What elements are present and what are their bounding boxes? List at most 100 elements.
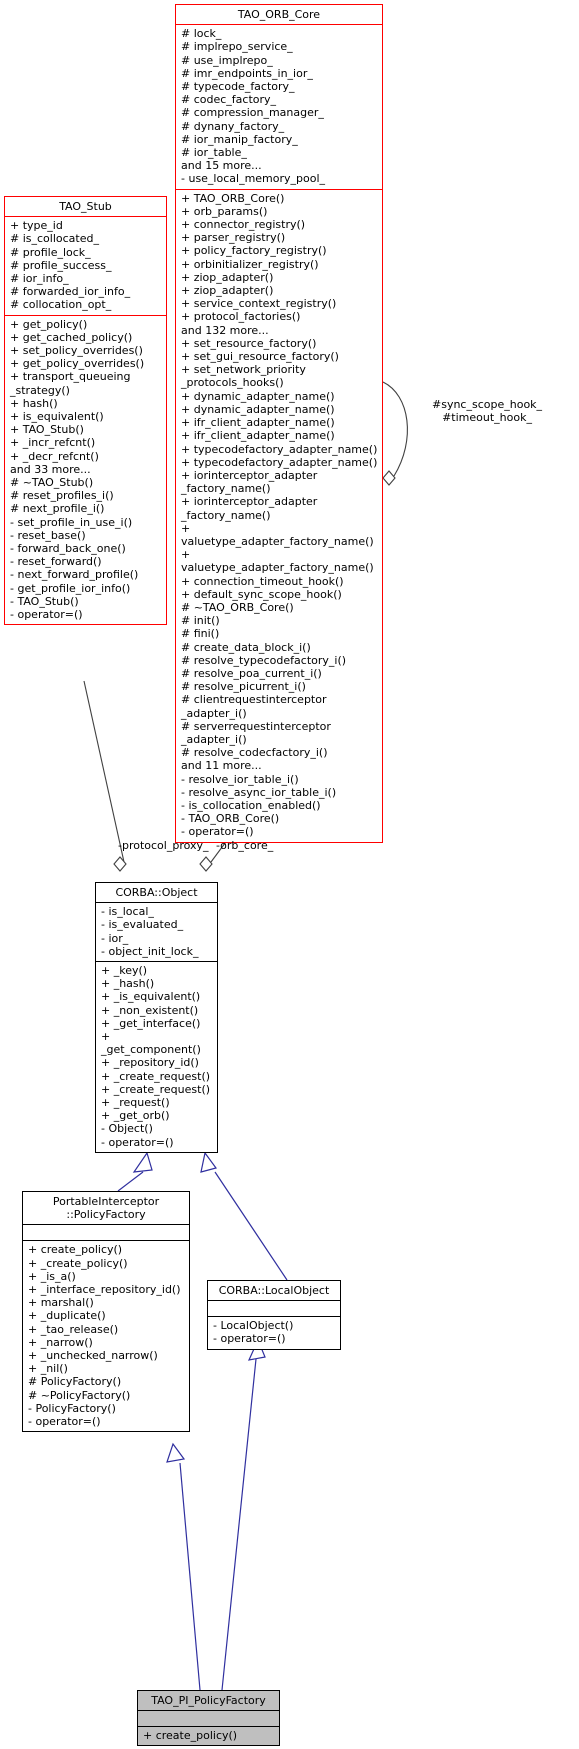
class-member-row: - reset_forward() bbox=[10, 555, 102, 569]
class-member-row: + get_cached_policy() bbox=[10, 330, 133, 344]
class-member-row: + _decr_refcnt() bbox=[10, 449, 99, 463]
class-member-row: + _interface_repository_id() bbox=[28, 1283, 181, 1297]
class-member-row: + _hash() bbox=[101, 977, 155, 991]
class-member-row: + create_policy() bbox=[28, 1243, 123, 1257]
class-member-row: + set_gui_resource_factory() bbox=[181, 350, 339, 364]
class-member-row: # reset_profiles_i() bbox=[10, 489, 114, 503]
class-member-row: - use_local_memory_pool_ bbox=[181, 172, 326, 186]
class-member-row: + connection_timeout_hook() bbox=[181, 574, 344, 588]
class-operations-tao-orb-core: + TAO_ORB_Core() + orb_params() + connecto… bbox=[176, 190, 382, 842]
class-member-row: + set_policy_overrides() bbox=[10, 344, 143, 358]
class-member-row: + _unchecked_narrow() bbox=[28, 1349, 158, 1363]
class-member-row: - Object() bbox=[101, 1122, 153, 1136]
class-member-row: - is_evaluated_ bbox=[101, 918, 184, 932]
class-member-row: # ~PolicyFactory() bbox=[28, 1388, 131, 1402]
class-member-row: + service_context_registry() bbox=[181, 297, 337, 311]
class-member-row: # serverrequestinterceptor _adapter_i() bbox=[181, 719, 331, 746]
class-member-row: + _key() bbox=[101, 964, 148, 978]
class-member-row: + _duplicate() bbox=[28, 1309, 106, 1323]
class-member-row: + _create_request() bbox=[101, 1082, 211, 1096]
class-member-row: and 11 more... bbox=[181, 759, 262, 773]
class-attributes-corba-object: - is_local_ - is_evaluated_ - ior_ - object… bbox=[96, 903, 217, 963]
class-member-row: + typecodefactory_adapter_name() bbox=[181, 455, 378, 469]
class-member-row: + valuetype_adapter_factory_name() bbox=[181, 521, 374, 548]
class-member-row: - ior_ bbox=[101, 931, 129, 945]
class-attributes-tao-stub: + type_id # is_collocated_ # profile_lock_… bbox=[5, 217, 166, 316]
class-member-row: # next_profile_i() bbox=[10, 502, 105, 516]
class-member-row: # use_implrepo_ bbox=[181, 53, 273, 67]
class-title-corba-localobject: CORBA::LocalObject bbox=[208, 1281, 340, 1302]
class-member-row: # ior_info_ bbox=[10, 272, 69, 286]
class-box-tao-stub[interactable]: TAO_Stub + type_id # is_collocated_ # prof… bbox=[4, 196, 167, 626]
edge-localobject-to-taopi bbox=[221, 1338, 266, 1691]
class-member-row: - resolve_async_ior_table_i() bbox=[181, 785, 337, 799]
class-member-row: + connector_registry() bbox=[181, 218, 306, 232]
edge-label-sync-scope-timeout-hook: #sync_scope_hook_ #timeout_hook_ bbox=[432, 398, 543, 424]
class-member-row: + set_resource_factory() bbox=[181, 336, 317, 350]
class-member-row: + ifr_client_adapter_name() bbox=[181, 429, 335, 443]
class-member-row: + orb_params() bbox=[181, 204, 268, 218]
class-member-row: + _create_request() bbox=[101, 1069, 211, 1083]
class-member-row: + _is_a() bbox=[28, 1269, 76, 1283]
class-operations-corba-localobject: - LocalObject() - operator=() bbox=[208, 1317, 340, 1348]
class-title-portableinterceptor-policyfactory: PortableInterceptor ::PolicyFactory bbox=[23, 1192, 189, 1226]
class-attributes-corba-localobject bbox=[208, 1301, 340, 1318]
edge-label-protocol-proxy: -protocol_proxy_ bbox=[118, 839, 209, 852]
class-attributes-portableinterceptor-policyfactory bbox=[23, 1225, 189, 1242]
class-member-row: + _request() bbox=[101, 1096, 170, 1110]
class-member-row: - forward_back_one() bbox=[10, 542, 126, 556]
class-member-row: # PolicyFactory() bbox=[28, 1375, 122, 1389]
class-box-tao-orb-core[interactable]: TAO_ORB_Core # lock_ # implrepo_service_ #… bbox=[175, 4, 383, 843]
class-member-row: + _create_policy() bbox=[28, 1256, 128, 1270]
class-member-row: # ~TAO_Stub() bbox=[10, 476, 94, 490]
class-operations-portableinterceptor-policyfactory: + create_policy() + _create_policy() + _is… bbox=[23, 1241, 189, 1431]
class-member-row: - object_init_lock_ bbox=[101, 944, 199, 958]
class-member-row: + hash() bbox=[10, 396, 58, 410]
class-member-row: and 15 more... bbox=[181, 159, 262, 173]
class-member-row: + _nil() bbox=[28, 1362, 68, 1376]
edge-object-to-localobject bbox=[200, 1151, 288, 1281]
class-member-row: - resolve_ior_table_i() bbox=[181, 772, 299, 786]
class-member-row: - operator=() bbox=[213, 1332, 286, 1346]
class-member-row: + get_policy() bbox=[10, 317, 88, 331]
class-operations-tao-pi-policyfactory: + create_policy() bbox=[138, 1727, 279, 1746]
class-member-row: + ziop_adapter() bbox=[181, 284, 274, 298]
edge-object-to-policyfactory bbox=[117, 1151, 153, 1192]
class-member-row: # resolve_codecfactory_i() bbox=[181, 746, 328, 760]
class-member-row: + ziop_adapter() bbox=[181, 270, 274, 284]
class-member-row: # fini() bbox=[181, 627, 220, 641]
class-member-row: + _tao_release() bbox=[28, 1322, 119, 1336]
class-member-row: + dynamic_adapter_name() bbox=[181, 389, 335, 403]
class-member-row: + is_equivalent() bbox=[10, 410, 104, 424]
class-member-row: + _repository_id() bbox=[101, 1056, 199, 1070]
class-box-corba-object[interactable]: CORBA::Object - is_local_ - is_evaluated_… bbox=[95, 882, 218, 1153]
class-member-row: # forwarded_ior_info_ bbox=[10, 285, 131, 299]
class-member-row: # clientrequestinterceptor _adapter_i() bbox=[181, 693, 327, 720]
class-member-row: - reset_base() bbox=[10, 528, 86, 542]
class-member-row: + TAO_ORB_Core() bbox=[181, 191, 285, 205]
class-box-corba-localobject[interactable]: CORBA::LocalObject - LocalObject() - oper… bbox=[207, 1280, 341, 1350]
class-box-portableinterceptor-policyfactory[interactable]: PortableInterceptor ::PolicyFactory + cr… bbox=[22, 1191, 190, 1433]
class-member-row: + _incr_refcnt() bbox=[10, 436, 96, 450]
class-member-row: # profile_success_ bbox=[10, 258, 112, 272]
edge-label-orb-core: -orb_core_ bbox=[216, 839, 274, 852]
class-member-row: + protocol_factories() bbox=[181, 310, 301, 324]
class-member-row: - operator=() bbox=[28, 1415, 101, 1429]
class-member-row: + _get_orb() bbox=[101, 1109, 170, 1123]
class-member-row: and 132 more... bbox=[181, 323, 269, 337]
class-member-row: + transport_queueing _strategy() bbox=[10, 370, 131, 397]
edge-policyfactory-to-taopi bbox=[166, 1442, 201, 1691]
class-member-row: + create_policy() bbox=[143, 1729, 238, 1743]
class-member-row: + parser_registry() bbox=[181, 231, 286, 245]
class-member-row: # resolve_poa_current_i() bbox=[181, 666, 322, 680]
class-member-row: # lock_ bbox=[181, 27, 222, 41]
class-box-tao-pi-policyfactory[interactable]: TAO_PI_PolicyFactory + create_policy() bbox=[137, 1690, 280, 1747]
class-member-row: + default_sync_scope_hook() bbox=[181, 587, 342, 601]
class-member-row: + get_policy_overrides() bbox=[10, 357, 145, 371]
class-member-row: # collocation_opt_ bbox=[10, 298, 112, 312]
class-attributes-tao-pi-policyfactory bbox=[138, 1711, 279, 1728]
class-member-row: - TAO_ORB_Core() bbox=[181, 812, 280, 826]
class-member-row: - next_forward_profile() bbox=[10, 568, 139, 582]
class-member-row: - get_profile_ior_info() bbox=[10, 581, 131, 595]
class-member-row: # ior_table_ bbox=[181, 146, 247, 160]
